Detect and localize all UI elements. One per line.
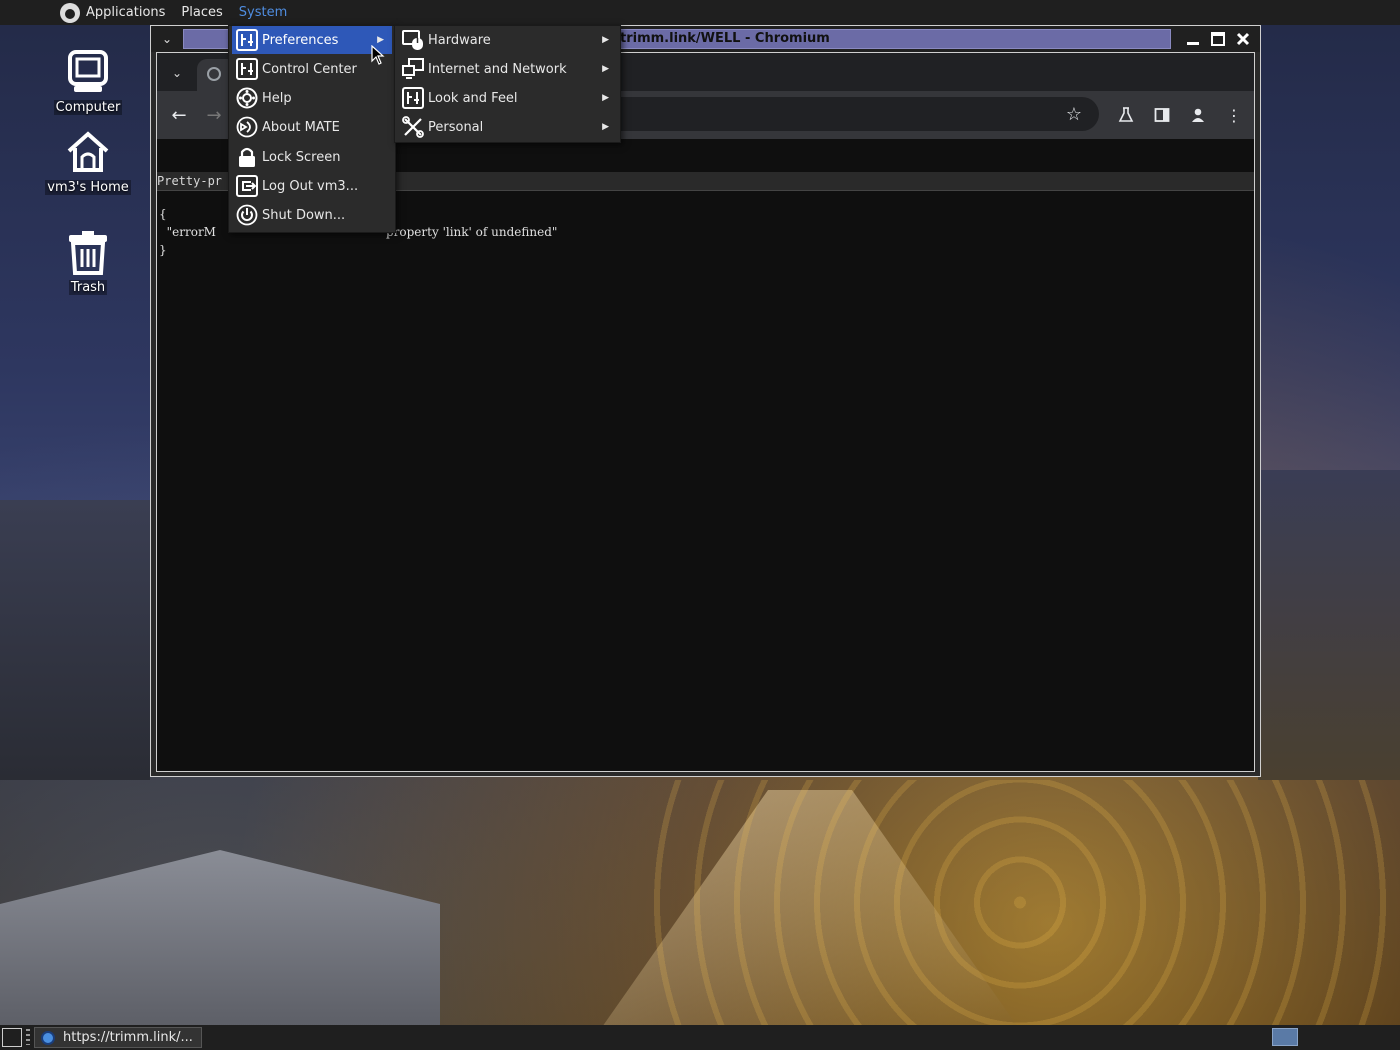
profile-icon[interactable]	[1186, 103, 1210, 127]
taskbar-chromium-button[interactable]: https://trimm.link/...	[34, 1027, 202, 1048]
look-feel-icon	[402, 87, 424, 109]
menu-item-about-mate[interactable]: About MATE	[232, 113, 392, 141]
panel-handle[interactable]	[26, 1029, 30, 1045]
submenu-arrow-icon: ▶	[377, 35, 384, 45]
labs-flask-icon[interactable]	[1114, 103, 1138, 127]
menu-item-label: Control Center	[262, 61, 357, 77]
submenu-arrow-icon: ▶	[602, 64, 609, 74]
personal-icon	[402, 116, 424, 138]
submenu-arrow-icon: ▶	[602, 93, 609, 103]
computer-icon	[64, 48, 112, 96]
json-line: }	[159, 243, 167, 257]
mouse-cursor-icon	[371, 44, 385, 65]
menu-item-preferences[interactable]: Preferences ▶	[232, 26, 392, 54]
trash-icon	[64, 228, 112, 276]
submenu-item-internet-network[interactable]: Internet and Network ▶	[398, 55, 617, 83]
menu-item-lock-screen[interactable]: Lock Screen	[232, 143, 392, 171]
show-desktop-icon[interactable]	[2, 1028, 22, 1047]
menu-item-label: Log Out vm3...	[262, 178, 359, 194]
bottom-panel: https://trimm.link/...	[0, 1025, 1400, 1050]
menu-item-shut-down[interactable]: Shut Down...	[232, 201, 392, 229]
menu-item-log-out[interactable]: Log Out vm3...	[232, 172, 392, 200]
bookmark-star-icon[interactable]: ☆	[1063, 103, 1085, 125]
control-center-icon	[236, 58, 258, 80]
about-icon	[236, 116, 258, 138]
desktop-icon-trash[interactable]: Trash	[38, 228, 138, 295]
menu-item-label: Help	[262, 90, 292, 106]
menu-item-label: Lock Screen	[262, 149, 341, 165]
menu-item-label: About MATE	[262, 119, 340, 135]
chromium-icon	[41, 1030, 55, 1045]
home-folder-icon	[64, 128, 112, 176]
menu-item-label: Hardware	[428, 32, 491, 48]
places-menu[interactable]: Places	[173, 0, 230, 25]
submenu-item-hardware[interactable]: Hardware ▶	[398, 26, 617, 54]
taskbar-label: https://trimm.link/...	[63, 1030, 193, 1045]
globe-icon	[207, 67, 221, 81]
json-key-fragment: "errorM	[159, 225, 216, 239]
kebab-menu-icon[interactable]: ⋮	[1222, 103, 1246, 127]
lock-icon	[236, 146, 258, 168]
system-menu[interactable]: System	[231, 0, 295, 25]
menu-item-label: Look and Feel	[428, 90, 518, 106]
applications-menu[interactable]: Applications	[84, 0, 173, 25]
submenu-arrow-icon: ▶	[602, 122, 609, 132]
desktop-icon-label: Trash	[68, 280, 108, 295]
mate-foot-icon[interactable]	[60, 2, 80, 23]
minimize-button[interactable]	[1183, 29, 1203, 49]
submenu-item-personal[interactable]: Personal ▶	[398, 113, 617, 141]
menu-item-help[interactable]: Help	[232, 84, 392, 112]
preferences-submenu: Hardware ▶ Internet and Network ▶ Look a…	[394, 25, 621, 143]
desktop-icon-label: vm3's Home	[45, 180, 131, 195]
menu-item-label: Preferences	[262, 32, 339, 48]
desktop-icon-label: Computer	[53, 100, 123, 115]
close-button[interactable]	[1233, 29, 1253, 49]
preferences-icon	[236, 29, 258, 51]
desktop-icon-home[interactable]: vm3's Home	[38, 128, 138, 195]
wallpaper-lights	[640, 780, 1400, 1025]
network-icon	[402, 58, 424, 80]
maximize-button[interactable]	[1208, 29, 1228, 49]
power-icon	[236, 204, 258, 226]
top-panel: Applications Places System	[0, 0, 1400, 25]
hardware-icon	[402, 29, 424, 51]
back-arrow-icon[interactable]: ←	[167, 103, 191, 127]
menu-item-label: Shut Down...	[262, 207, 346, 223]
tab-search-chevron-icon[interactable]: ⌄	[167, 63, 187, 83]
logout-icon	[236, 175, 258, 197]
help-icon	[236, 87, 258, 109]
wallpaper-house	[0, 850, 440, 1030]
menu-item-label: Internet and Network	[428, 61, 567, 77]
menu-item-control-center[interactable]: Control Center	[232, 55, 392, 83]
desktop-icon-computer[interactable]: Computer	[38, 48, 138, 115]
submenu-arrow-icon: ▶	[602, 35, 609, 45]
wallpaper-building-right	[1258, 470, 1400, 780]
menu-item-label: Personal	[428, 119, 484, 135]
forward-arrow-icon[interactable]: →	[202, 103, 226, 127]
wallpaper-road	[600, 790, 1020, 1030]
submenu-item-look-feel[interactable]: Look and Feel ▶	[398, 84, 617, 112]
workspace-switcher[interactable]	[1272, 1028, 1298, 1046]
wallpaper-building-left	[0, 500, 150, 780]
side-panel-icon[interactable]	[1150, 103, 1174, 127]
window-menu-chevron-icon[interactable]: ⌄	[157, 30, 177, 48]
json-value-fragment: property 'link' of undefined"	[385, 225, 558, 239]
